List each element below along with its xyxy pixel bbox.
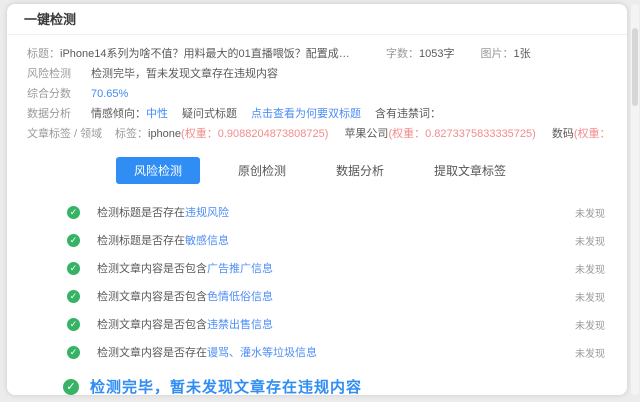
score-value: 70.65% (91, 88, 129, 100)
check-text: 检测文章内容是否包含色情低俗信息 (97, 291, 273, 303)
summary-row: 检测完毕，暂未发现文章存在违规内容 (63, 376, 627, 395)
check-text: 检测文章内容是否包含广告推广信息 (97, 263, 273, 275)
check-success-icon (67, 233, 80, 247)
panel-title: 一键检测 (7, 4, 627, 35)
check-success-icon (67, 289, 80, 303)
tab-extract-tags[interactable]: 提取文章标签 (422, 157, 518, 184)
title-type: 疑问式标题 (182, 108, 237, 120)
check-success-icon (67, 261, 80, 275)
analysis-label: 数据分析 (27, 108, 71, 120)
summary-text: 检测完毕，暂未发现文章存在违规内容 (90, 379, 363, 395)
double-title-link[interactable]: 点击查看为何要双标题 (251, 104, 361, 124)
check-text: 检测文章内容是否包含违禁出售信息 (97, 319, 273, 331)
image-count-label: 图片： (480, 48, 514, 60)
check-text: 检测文章内容是否存在谩骂、灌水等垃圾信息 (97, 347, 317, 359)
summary-success-icon (63, 378, 79, 395)
sentiment-label: 情感倾向： (91, 108, 146, 120)
meta-analysis-row: 数据分析 情感倾向： 中性 疑问式标题 点击查看为何要双标题 含有违禁词： (27, 104, 609, 124)
tags-prefix: 标签： (115, 128, 148, 140)
check-list: 检测标题是否存在违规风险 未发现 检测标题是否存在敏感信息 未发现 检测文章内容… (7, 198, 627, 366)
scrollbar[interactable] (631, 4, 639, 395)
tag-item: iphone(权重：0.9088204873808725) (148, 124, 328, 144)
check-result: 未发现 (575, 320, 605, 332)
tag-name: 苹果公司 (344, 128, 389, 140)
check-text: 检测标题是否存在违规风险 (97, 207, 229, 219)
image-count-value: 1张 (513, 48, 531, 60)
article-title: iPhone14系列为啥不值？用料最大的01直播喂饭？配置成本好用PK 5G i… (60, 48, 360, 60)
word-count-value: 1053字 (419, 48, 455, 60)
tag-weight: (权重：0.8273375833335725) (388, 128, 536, 140)
meta-title-row: 标题： iPhone14系列为啥不值？用料最大的01直播喂饭？配置成本好用PK … (27, 44, 609, 64)
tab-original-detection[interactable]: 原创检测 (226, 157, 298, 184)
check-link[interactable]: 色情低俗信息 (207, 291, 273, 303)
check-row: 检测文章内容是否包含广告推广信息 未发现 (67, 254, 605, 282)
check-row: 检测文章内容是否包含色情低俗信息 未发现 (67, 282, 605, 310)
check-row: 检测文章内容是否包含违禁出售信息 未发现 (67, 310, 605, 338)
scrollbar-thumb[interactable] (632, 28, 638, 106)
check-result: 未发现 (575, 236, 605, 248)
check-success-icon (67, 345, 80, 359)
risk-value: 检测完毕，暂未发现文章存在违规内容 (91, 68, 278, 80)
tag-name: 数码 (551, 128, 574, 140)
check-result: 未发现 (575, 264, 605, 276)
tab-data-analysis[interactable]: 数据分析 (324, 157, 396, 184)
tab-risk-detection[interactable]: 风险检测 (115, 157, 200, 184)
check-row: 检测标题是否存在违规风险 未发现 (67, 198, 605, 226)
check-link[interactable]: 违规风险 (185, 207, 229, 219)
article-meta: 标题： iPhone14系列为啥不值？用料最大的01直播喂饭？配置成本好用PK … (7, 35, 627, 144)
check-link[interactable]: 谩骂、灌水等垃圾信息 (207, 347, 317, 359)
risk-label: 风险检测 (27, 68, 71, 80)
tag-weight: (权重：0.8008557789432835) (573, 128, 609, 140)
sentiment-value: 中性 (146, 108, 168, 120)
meta-tags-row: 文章标签 / 领域 标签： iphone(权重：0.90882048738087… (27, 124, 609, 144)
score-label: 综合分数 (27, 88, 71, 100)
check-link[interactable]: 广告推广信息 (207, 263, 273, 275)
word-count-label: 字数： (386, 48, 419, 60)
check-text: 检测标题是否存在敏感信息 (97, 235, 229, 247)
banned-words-label: 含有违禁词： (375, 108, 441, 120)
check-success-icon (67, 317, 80, 331)
tag-weight: (权重：0.9088204873808725) (181, 128, 329, 140)
tags-label: 文章标签 / 领域 (27, 128, 103, 140)
tag-name: iphone (148, 128, 182, 140)
check-link[interactable]: 敏感信息 (185, 235, 229, 247)
check-result: 未发现 (575, 348, 605, 360)
meta-score-row: 综合分数 70.65% (27, 84, 609, 104)
tag-item: 苹果公司(权重：0.8273375833335725) (344, 124, 535, 144)
check-result: 未发现 (575, 292, 605, 304)
tag-item: 数码(权重：0.8008557789432835) (552, 124, 609, 144)
check-row: 检测标题是否存在敏感信息 未发现 (67, 226, 605, 254)
check-result: 未发现 (575, 208, 605, 220)
check-link[interactable]: 违禁出售信息 (207, 319, 273, 331)
check-row: 检测文章内容是否存在谩骂、灌水等垃圾信息 未发现 (67, 338, 605, 366)
detection-panel: 一键检测 标题： iPhone14系列为啥不值？用料最大的01直播喂饭？配置成本… (7, 4, 627, 395)
detection-tabs: 风险检测 原创检测 数据分析 提取文章标签 (7, 157, 627, 184)
title-label: 标题： (27, 48, 60, 60)
check-success-icon (67, 205, 80, 219)
meta-risk-row: 风险检测 检测完毕，暂未发现文章存在违规内容 (27, 64, 609, 84)
